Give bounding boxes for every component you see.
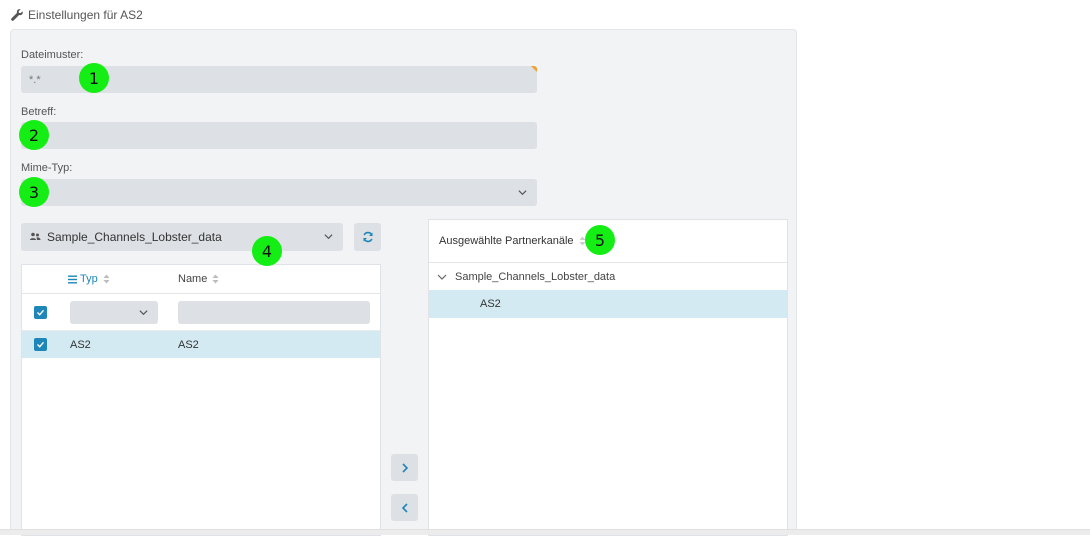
tree-group-label: Sample_Channels_Lobster_data (455, 270, 616, 283)
sort-icon (103, 274, 110, 284)
refresh-button[interactable] (354, 223, 381, 251)
typ-filter-select[interactable] (70, 301, 158, 324)
tree-channel-node[interactable]: AS2 (429, 290, 787, 318)
betreff-label: Betreff: (21, 106, 57, 118)
sort-icon (212, 274, 219, 284)
page-title: Einstellungen für AS2 (28, 8, 143, 22)
refresh-icon (362, 231, 373, 243)
table-header: Typ Name (22, 265, 380, 294)
bottom-divider (0, 529, 1090, 535)
annotation-marker: 2 (19, 120, 49, 150)
window-header: Einstellungen für AS2 (0, 0, 1090, 30)
annotation-marker: 3 (19, 177, 49, 207)
chevron-down-icon (139, 310, 148, 316)
column-typ-label: Typ (80, 273, 98, 285)
chevron-down-icon (518, 190, 527, 196)
check-icon (37, 309, 45, 316)
chevron-down-icon[interactable] (437, 272, 447, 282)
selected-channels-title: Ausgewählte Partnerkanäle (439, 235, 574, 247)
name-filter-input[interactable] (178, 301, 370, 324)
mime-typ-select[interactable] (21, 179, 537, 206)
column-name-label: Name (178, 273, 208, 285)
move-left-button[interactable] (391, 494, 418, 521)
tree-channel-label: AS2 (480, 298, 501, 310)
chevron-down-icon (324, 234, 333, 240)
available-channels-table: Typ Name AS2 AS2 (21, 264, 381, 536)
row-typ-cell: AS2 (70, 339, 91, 351)
annotation-marker: 4 (252, 236, 282, 266)
select-all-checkbox[interactable] (34, 306, 47, 319)
chevron-right-icon (401, 462, 408, 473)
dateimuster-value: *.* (29, 73, 41, 86)
mime-typ-label: Mime-Typ: (21, 162, 73, 174)
check-icon (37, 341, 45, 348)
move-right-button[interactable] (391, 454, 418, 481)
channel-group-select[interactable]: Sample_Channels_Lobster_data (21, 223, 343, 251)
required-corner-indicator (531, 66, 537, 72)
channel-group-value: Sample_Channels_Lobster_data (47, 230, 222, 244)
filter-row (22, 294, 380, 331)
betreff-input[interactable] (21, 122, 537, 149)
column-header-name[interactable]: Name (178, 273, 219, 285)
selected-channels-panel: Ausgewählte Partnerkanäle Sample_Channel… (428, 219, 788, 536)
annotation-marker: 1 (79, 63, 109, 93)
wrench-icon (10, 8, 24, 22)
users-icon (30, 232, 41, 240)
column-header-typ[interactable]: Typ (68, 273, 110, 285)
annotation-marker: 5 (585, 225, 615, 255)
row-checkbox[interactable] (34, 338, 47, 351)
chevron-left-icon (401, 502, 408, 513)
row-name-cell: AS2 (178, 339, 199, 351)
settings-panel: Dateimuster: *.* Betreff: Mime-Typ: Samp… (10, 29, 797, 536)
table-row[interactable]: AS2 AS2 (22, 331, 380, 358)
dateimuster-label: Dateimuster: (21, 49, 84, 61)
list-icon (68, 275, 77, 283)
tree-group-node[interactable]: Sample_Channels_Lobster_data (429, 263, 787, 290)
